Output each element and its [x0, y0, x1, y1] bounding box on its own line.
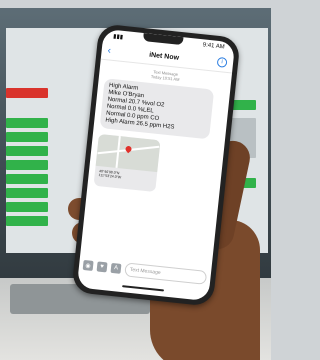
photo-scene: ▮▮▮ 9:41 AM ‹ iNet Now i Text Message To…: [0, 0, 271, 360]
map-road: [115, 135, 121, 168]
message-input[interactable]: Text Message: [124, 262, 208, 285]
status-time: 9:41 AM: [202, 42, 225, 51]
alarm-row: [6, 88, 48, 98]
info-icon[interactable]: i: [216, 56, 228, 68]
contact-name[interactable]: iNet Now: [149, 51, 180, 61]
alarm-message-bubble[interactable]: High Alarm Mike O'Bryan Normal 20.7 %vol…: [99, 78, 215, 140]
map-coordinates: 40°46'08.0"N 111°53'24.0"W: [98, 169, 121, 179]
apps-icon[interactable]: A: [110, 262, 122, 274]
notch: [142, 32, 184, 46]
location-pin-icon: [124, 144, 133, 154]
heart-icon[interactable]: ♥: [96, 261, 108, 273]
map-thumbnail: [95, 133, 161, 173]
status-row: [6, 146, 48, 156]
message-composer: ◉ ♥ A Text Message: [78, 256, 211, 288]
status-row: [6, 132, 48, 142]
home-indicator: [122, 285, 165, 292]
status-row: [6, 188, 48, 198]
status-row: [6, 174, 48, 184]
status-row: [6, 216, 48, 226]
camera-icon[interactable]: ◉: [82, 259, 94, 271]
signal-icon: ▮▮▮: [112, 33, 124, 41]
status-row: [6, 160, 48, 170]
location-map-attachment[interactable]: 40°46'08.0"N 111°53'24.0"W: [93, 133, 161, 193]
status-row: [6, 202, 48, 212]
back-chevron-icon[interactable]: ‹: [107, 45, 111, 56]
phone: ▮▮▮ 9:41 AM ‹ iNet Now i Text Message To…: [71, 23, 241, 307]
status-row: [6, 118, 48, 128]
phone-screen: ▮▮▮ 9:41 AM ‹ iNet Now i Text Message To…: [76, 28, 236, 302]
